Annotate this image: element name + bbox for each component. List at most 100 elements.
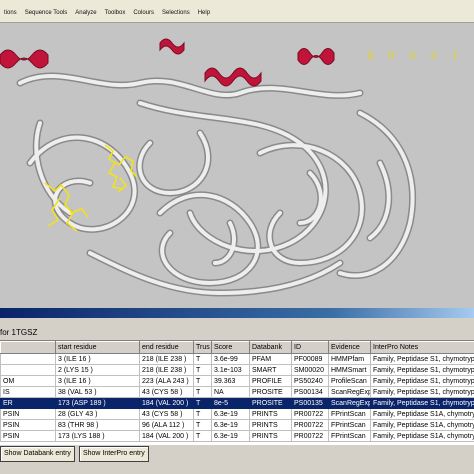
menu-bar: tions Sequence Tools Analyze Toolbox Col… [0,4,474,23]
table-cell: 43 (CYS 58 ) [139,386,194,398]
table-row[interactable]: PSIN 173 (LYS 188 ) 184 (VAL 200 ) T 6.3e-19… [0,430,474,442]
table-cell: 43 (CYS 58 ) [139,408,194,420]
table-row[interactable]: IS 38 (VAL 53 ) 43 (CYS 58 ) T NA PROSITE PS00… [0,386,474,398]
menu-toolbox[interactable]: Toolbox [101,10,130,16]
table-cell: PR00722 [291,408,329,420]
table-cell: HMMSmart [328,364,371,376]
show-databank-entry-button[interactable]: Show Databank entry [0,446,75,462]
table-cell: T [193,397,212,409]
table-cell: 3.6e-99 [211,353,250,365]
table-cell: NA [211,386,250,398]
column-header-id[interactable]: ID [291,341,329,354]
table-row[interactable]: 3 (ILE 16 ) 218 (ILE 238 ) T 3.6e-99 PFAM PF0… [0,353,474,365]
show-interpro-entry-button[interactable]: Show InterPro entry [78,446,149,462]
column-header-trust[interactable]: Trus [193,341,212,354]
table-row[interactable]: ER 173 (ASP 189 ) 184 (VAL 200 ) T 8e-5 PROSI… [0,397,474,409]
column-header-evidence[interactable]: Evidence [328,341,371,354]
table-cell [0,364,56,376]
table-cell: Family, Peptidase S1, chymotrypsin [370,364,474,376]
protein-ribbon-render [0,38,417,297]
table-cell: ScanRegExp [328,386,371,398]
table-cell: 184 (VAL 200 ) [139,397,194,409]
menu-sequence-tools[interactable]: Sequence Tools [21,10,72,16]
table-cell: T [193,375,212,387]
table-row[interactable]: PSIN 83 (THR 98 ) 96 (ALA 112 ) T 6.3e-19 PRI… [0,419,474,431]
table-cell: PR00722 [291,430,329,442]
table-cell: ScanRegExp [328,397,371,409]
action-buttons: Show Databank entry Show InterPro entry [0,446,149,462]
table-cell: PROSITE [249,386,292,398]
coil-ribbons [16,72,417,297]
table-cell: PROFILE [249,375,292,387]
table-cell: 3 (ILE 16 ) [55,375,140,387]
table-cell: Family, Peptidase S1A, chymotrypsin [370,408,474,420]
menu-colours[interactable]: Colours [129,10,158,16]
table-row[interactable]: OM 3 (ILE 16 ) 223 (ALA 243 ) T 39.363 PROFIL… [0,375,474,387]
results-label: for 1TGSZ [0,328,38,337]
table-cell: Family, Peptidase S1A, chymotrypsin [370,419,474,431]
table-cell: FPrintScan [328,430,371,442]
table-row[interactable]: PSIN 28 (GLY 43 ) 43 (CYS 58 ) T 6.3e-19 PRIN… [0,408,474,420]
table-cell: 38 (VAL 53 ) [55,386,140,398]
table-cell: 173 (LYS 188 ) [55,430,140,442]
table-cell: Family, Peptidase S1, chymotrypsin [370,386,474,398]
table-cell: PSIN [0,430,56,442]
column-header-name[interactable] [0,341,56,354]
table-body: 3 (ILE 16 ) 218 (ILE 238 ) T 3.6e-99 PFAM PF0… [0,353,474,442]
table-cell: IS [0,386,56,398]
column-header-start-residue[interactable]: start residue [55,341,140,354]
table-cell [0,353,56,365]
table-cell: T [193,353,212,365]
table-cell: PSIN [0,408,56,420]
table-cell: 223 (ALA 243 ) [139,375,194,387]
table-cell: PFAM [249,353,292,365]
menu-options[interactable]: tions [0,10,21,16]
column-header-score[interactable]: Score [211,341,250,354]
menu-selections[interactable]: Selections [158,10,194,16]
column-header-end-residue[interactable]: end residue [139,341,194,354]
table-cell: PRINTS [249,430,292,442]
table-cell: 3 (ILE 16 ) [55,353,140,365]
table-cell: SM00020 [291,364,329,376]
table-cell: T [193,408,212,420]
table-cell: Family, Peptidase S1, chymotrypsin [370,375,474,387]
results-table-container[interactable]: start residue end residue Trus Score Dat… [0,340,474,445]
interpro-results-panel: for 1TGSZ start residue end residue Trus… [0,318,474,474]
table-cell: ProfileScan [328,375,371,387]
bragi-watermark: B R A G I (c) [367,51,474,63]
results-titlebar [0,308,474,318]
table-cell: SMART [249,364,292,376]
table-cell: T [193,364,212,376]
table-cell: HMMPfam [328,353,371,365]
table-cell: 6.3e-19 [211,408,250,420]
table-cell: 218 (ILE 238 ) [139,364,194,376]
table-cell: 2 (LYS 15 ) [55,364,140,376]
table-cell: T [193,419,212,431]
table-cell: Family, Peptidase S1, chymotrypsin [370,397,474,409]
menu-help[interactable]: Help [194,10,214,16]
table-cell: 173 (ASP 189 ) [55,397,140,409]
table-cell: PR00722 [291,419,329,431]
table-cell: PF00089 [291,353,329,365]
table-cell: 8e-5 [211,397,250,409]
table-cell: 39.363 [211,375,250,387]
table-cell: 6.3e-19 [211,430,250,442]
menu-analyze[interactable]: Analyze [71,10,100,16]
table-cell: Family, Peptidase S1A, chymotrypsin [370,430,474,442]
table-cell: PS00135 [291,397,329,409]
column-header-databank[interactable]: Databank [249,341,292,354]
table-row[interactable]: 2 (LYS 15 ) 218 (ILE 238 ) T 3.1e-103 SMART S… [0,364,474,376]
column-header-interpro-notes[interactable]: InterPro Notes [370,341,474,354]
table-cell: T [193,430,212,442]
table-cell: 6.3e-19 [211,419,250,431]
structure-viewer[interactable]: B R A G I (c) [0,23,474,308]
table-cell: FPrintScan [328,408,371,420]
table-cell: OM [0,375,56,387]
table-cell: 28 (GLY 43 ) [55,408,140,420]
table-cell: PS50240 [291,375,329,387]
table-cell: 83 (THR 98 ) [55,419,140,431]
table-cell: PRINTS [249,408,292,420]
table-cell: T [193,386,212,398]
table-cell: PS00134 [291,386,329,398]
table-cell: PROSITE [249,397,292,409]
